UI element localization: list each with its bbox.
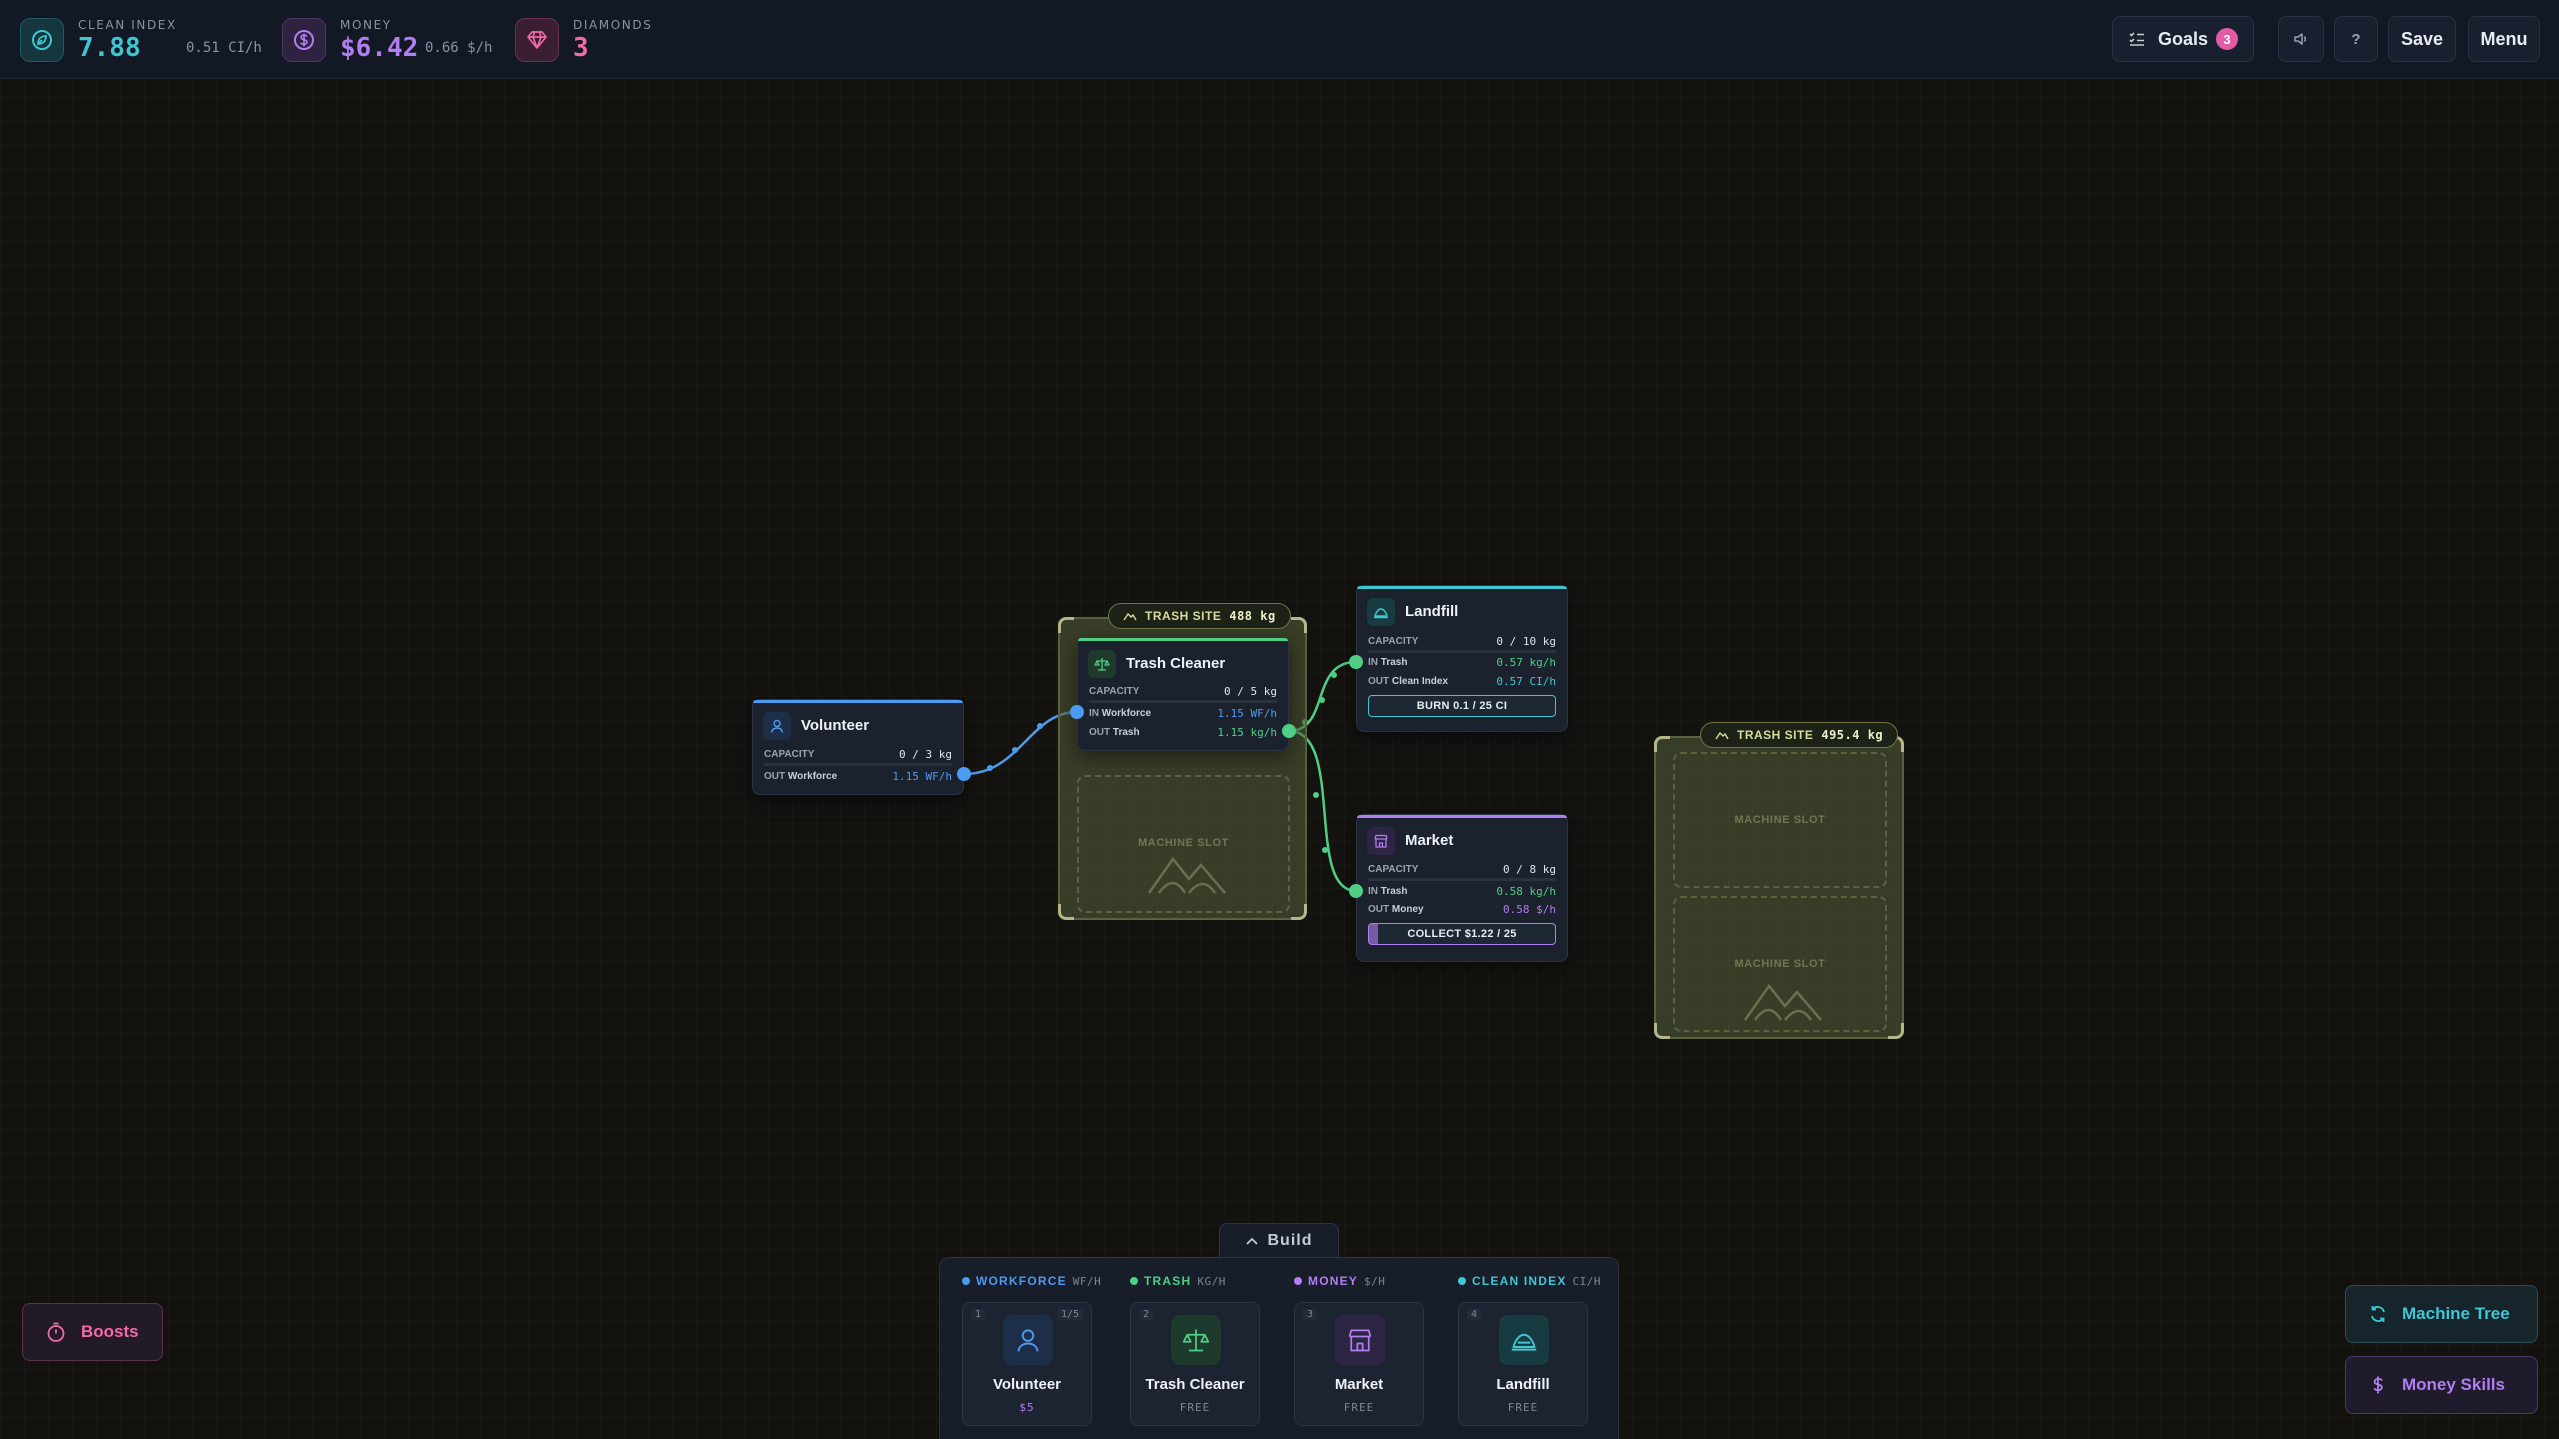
help-button[interactable]: ? [2334, 16, 2378, 62]
speaker-icon [2292, 30, 2310, 48]
mountain-icon [1715, 730, 1729, 740]
machine-tree-button[interactable]: Machine Tree [2345, 1285, 2538, 1343]
landfill-card[interactable]: Landfill CAPACITY 0 / 10 kg IN Trash 0.5… [1356, 585, 1568, 732]
top-bar: CLEAN INDEX 7.88 0.51 CI/h MONEY $6.42 0… [0, 0, 2559, 79]
trash-site-2[interactable]: MACHINE SLOT MACHINE SLOT [1654, 736, 1904, 1039]
store-icon [1367, 827, 1395, 855]
category-clean-index: CLEAN INDEX CI/H [1458, 1274, 1601, 1288]
capacity-value: 0 / 3 kg [899, 747, 952, 761]
build-landfill-button[interactable]: 4 Landfill FREE [1458, 1302, 1588, 1426]
dollar-icon [2368, 1375, 2388, 1395]
collect-label: COLLECT $1.22 / 25 [1407, 928, 1517, 940]
scales-icon [1171, 1315, 1221, 1365]
capacity-bar [764, 763, 952, 766]
money-stat: MONEY $6.42 0.66 $/h [282, 18, 502, 63]
output-rate: 0.58 $/h [1503, 902, 1556, 916]
landfill-icon [1499, 1315, 1549, 1365]
capacity-value: 0 / 8 kg [1503, 862, 1556, 876]
save-button[interactable]: Save [2388, 16, 2456, 62]
chevron-up-icon [1245, 1237, 1258, 1245]
card-title: Trash Cleaner [1126, 655, 1226, 672]
capacity-value: 0 / 5 kg [1224, 684, 1277, 698]
trash-site-tag-2: TRASH SITE 495.4 kg [1700, 722, 1899, 748]
build-trash-cleaner-button[interactable]: 2 Trash Cleaner FREE [1130, 1302, 1260, 1426]
collect-button[interactable]: COLLECT $1.22 / 25 [1368, 923, 1556, 945]
build-panel: WORKFORCE WF/H TRASH KG/H MONEY $/H CLEAN I… [939, 1257, 1619, 1439]
capacity-value: 0 / 10 kg [1496, 634, 1556, 648]
market-card[interactable]: Market CAPACITY 0 / 8 kg IN Trash 0.58 k… [1356, 814, 1568, 962]
refresh-icon [2368, 1304, 2388, 1324]
category-money: MONEY $/H [1294, 1274, 1385, 1288]
capacity-bar [1368, 878, 1556, 881]
output-rate: 0.57 CI/h [1496, 674, 1556, 688]
trash-site-tag-1: TRASH SITE 488 kg [1108, 603, 1291, 629]
person-icon [1003, 1315, 1053, 1365]
clean-index-value: 7.88 [78, 33, 141, 63]
mountain-icon [1147, 856, 1226, 894]
sound-button[interactable] [2278, 16, 2324, 62]
collect-progress-fill [1369, 924, 1379, 944]
input-rate: 0.58 kg/h [1496, 884, 1556, 898]
landfill-input-port[interactable] [1349, 655, 1363, 669]
capacity-bar [1089, 700, 1277, 703]
trash-cleaner-output-port[interactable] [1282, 724, 1296, 738]
money-value: $6.42 [340, 33, 419, 63]
volunteer-output-port[interactable] [957, 767, 971, 781]
machine-slot[interactable]: MACHINE SLOT [1077, 775, 1290, 913]
leaf-icon [20, 18, 64, 62]
goals-count-badge: 3 [2216, 28, 2239, 50]
card-title: Landfill [1405, 603, 1459, 620]
output-rate: 1.15 WF/h [892, 769, 952, 783]
diamonds-value: 3 [573, 33, 589, 63]
store-icon [1335, 1315, 1385, 1365]
output-rate: 1.15 kg/h [1217, 725, 1277, 739]
trash-cleaner-card[interactable]: Trash Cleaner CAPACITY 0 / 5 kg IN Workf… [1077, 637, 1289, 751]
mountain-icon [1743, 983, 1822, 1021]
build-volunteer-button[interactable]: 1 1/5 Volunteer $5 [962, 1302, 1092, 1426]
input-rate: 0.57 kg/h [1496, 655, 1556, 669]
dollar-icon [282, 18, 326, 62]
stopwatch-icon [45, 1321, 67, 1343]
goals-label: Goals [2157, 28, 2209, 49]
category-workforce: WORKFORCE WF/H [962, 1274, 1101, 1288]
mountain-icon [1123, 611, 1137, 621]
build-tab[interactable]: Build [1219, 1223, 1339, 1258]
scales-icon [1088, 650, 1116, 678]
boosts-button[interactable]: Boosts [22, 1303, 163, 1361]
clean-index-stat: CLEAN INDEX 7.88 0.51 CI/h [20, 18, 262, 63]
input-rate: 1.15 WF/h [1217, 706, 1277, 720]
category-trash: TRASH KG/H [1130, 1274, 1226, 1288]
diamond-icon [515, 18, 559, 62]
clean-index-rate: 0.51 CI/h [186, 40, 262, 56]
market-input-port[interactable] [1349, 884, 1363, 898]
landfill-icon [1367, 598, 1395, 626]
build-market-button[interactable]: 3 Market FREE [1294, 1302, 1424, 1426]
trash-cleaner-input-port[interactable] [1070, 705, 1084, 719]
diamonds-stat: DIAMONDS 3 [515, 18, 675, 63]
person-icon [763, 712, 791, 740]
menu-button[interactable]: Menu [2468, 16, 2540, 62]
money-skills-button[interactable]: Money Skills [2345, 1356, 2538, 1414]
capacity-bar [1368, 650, 1556, 653]
card-title: Volunteer [801, 717, 870, 734]
card-title: Market [1405, 832, 1454, 849]
goals-button[interactable]: Goals 3 [2112, 16, 2254, 62]
machine-slot[interactable]: MACHINE SLOT [1673, 752, 1887, 888]
machine-slot[interactable]: MACHINE SLOT [1673, 896, 1887, 1032]
burn-button[interactable]: BURN 0.1 / 25 CI [1368, 695, 1556, 717]
checklist-icon [2128, 30, 2146, 48]
money-rate: 0.66 $/h [425, 40, 493, 56]
volunteer-card[interactable]: Volunteer CAPACITY 0 / 3 kg OUT Workforc… [752, 699, 964, 795]
